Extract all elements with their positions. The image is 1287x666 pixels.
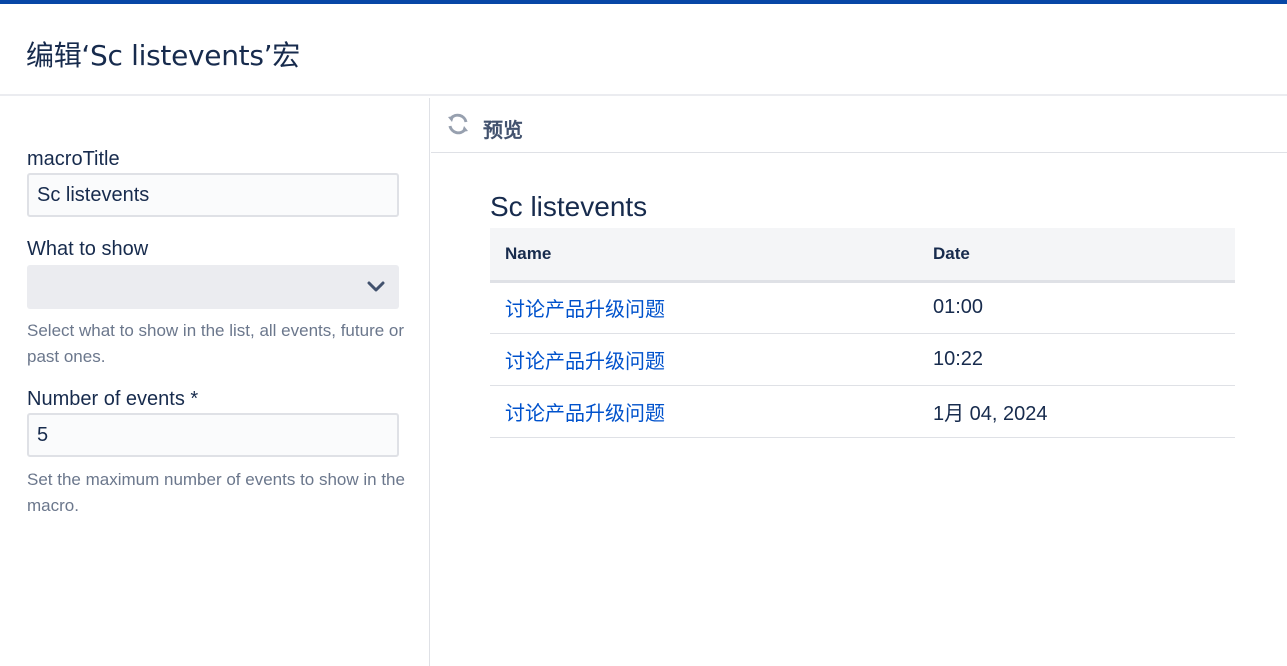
event-link[interactable]: 讨论产品升级问题 [505, 403, 665, 425]
event-name-cell: 讨论产品升级问题 [490, 333, 918, 386]
what-to-show-label: What to show [27, 238, 149, 260]
number-of-events-input[interactable] [27, 413, 399, 457]
table-row: 讨论产品升级问题 1月 04, 2024 [490, 385, 1235, 438]
table-row: 讨论产品升级问题 01:00 [490, 281, 1235, 334]
table-header-row: Name Date [490, 228, 1235, 283]
what-to-show-help: Select what to show in the list, all eve… [27, 321, 405, 366]
event-link[interactable]: 讨论产品升级问题 [505, 299, 665, 321]
name-column-header: Name [490, 228, 918, 283]
preview-toolbar[interactable]: 预览 [431, 98, 1287, 153]
event-date-cell: 10:22 [918, 333, 1235, 386]
event-link[interactable]: 讨论产品升级问题 [505, 351, 665, 373]
event-date-cell: 1月 04, 2024 [918, 385, 1235, 438]
event-name-cell: 讨论产品升级问题 [490, 281, 918, 334]
refresh-icon[interactable] [446, 112, 470, 136]
table-row: 讨论产品升级问题 10:22 [490, 333, 1235, 386]
dialog-title: 编辑‘Sc listevents’宏 [26, 39, 300, 72]
date-column-header: Date [918, 228, 1235, 283]
event-name-cell: 讨论产品升级问题 [490, 385, 918, 438]
dialog-header: 编辑‘Sc listevents’宏 [0, 4, 1287, 96]
macro-title-input[interactable] [27, 173, 399, 217]
chevron-down-icon [367, 281, 385, 292]
preview-panel: 预览 Sc listevents Name Date 讨论产品升级问题 01:0… [431, 98, 1287, 666]
macro-form-panel: macroTitle What to show Select what to s… [0, 98, 430, 666]
event-date-cell: 01:00 [918, 281, 1235, 334]
number-of-events-label: Number of events * [27, 388, 199, 410]
what-to-show-select[interactable] [27, 265, 399, 309]
preview-label: 预览 [483, 120, 523, 142]
macro-title-label: macroTitle [27, 148, 120, 170]
number-of-events-help: Set the maximum number of events to show… [27, 470, 405, 515]
preview-macro-title: Sc listevents [490, 191, 648, 222]
events-table: Name Date 讨论产品升级问题 01:00 讨论产品升级问题 10:22 … [490, 228, 1235, 438]
